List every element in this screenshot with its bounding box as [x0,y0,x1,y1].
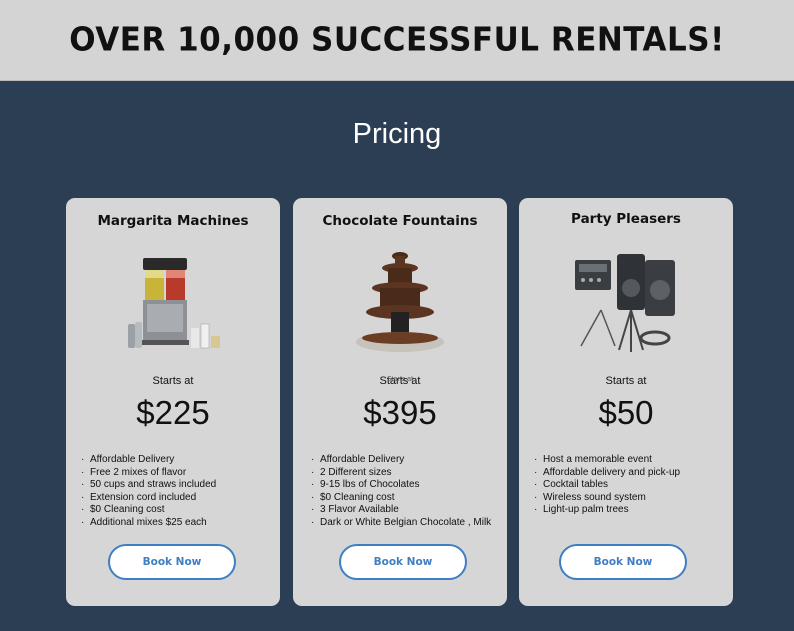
price-value: $395 [363,394,437,431]
feature-item: 50 cups and straws included [81,479,216,492]
feature-item: Affordable delivery and pick-up [534,467,680,480]
starts-at-label: Starts at [605,375,647,387]
feature-list: Affordable Delivery Free 2 mixes of flav… [81,454,216,530]
feature-item: $0 Cleaning cost [81,504,216,517]
sound-system-icon [519,250,733,360]
starts-at-label: Starts at [152,375,194,387]
card-title: Chocolate Fountains [322,213,478,229]
feature-item: Wireless sound system [534,492,680,505]
feature-item: Affordable Delivery [81,454,216,467]
card-title: Margarita Machines [97,213,249,229]
feature-list: Host a memorable event Affordable delive… [534,454,680,517]
book-now-button[interactable]: Book Now [559,544,687,580]
margarita-machine-icon [66,250,280,360]
feature-item: Affordable Delivery [311,454,491,467]
feature-item: $0 Cleaning cost [311,492,491,505]
top-banner: OVER 10,000 SUCCESSFUL RENTALS! [0,0,794,81]
pricing-card-party: Party Pleasers Starts at $50 Host a memo… [519,198,733,606]
starts-at-label: Starts at Starts at [293,375,507,387]
feature-item: 2 Different sizes [311,467,491,480]
feature-item: Host a memorable event [534,454,680,467]
price-value: $225 [136,394,210,431]
book-now-button[interactable]: Book Now [108,544,236,580]
card-title: Party Pleasers [571,211,681,227]
pricing-card-margarita: Margarita Machines Starts at $225 Afford… [66,198,280,606]
feature-item: Light-up palm trees [534,504,680,517]
feature-item: Extension cord included [81,492,216,505]
feature-item: Additional mixes $25 each [81,517,216,530]
feature-item: Cocktail tables [534,479,680,492]
pricing-title: Pricing [352,118,442,150]
feature-item: 9-15 lbs of Chocolates [311,479,491,492]
feature-item: 3 Flavor Available [311,504,491,517]
starts-at-overlay: Starts at [386,376,414,383]
feature-item: Free 2 mixes of flavor [81,467,216,480]
price-value: $50 [598,394,654,431]
chocolate-fountain-icon [293,250,507,360]
feature-list: Affordable Delivery 2 Different sizes 9-… [311,454,491,530]
feature-item: Dark or White Belgian Chocolate , Milk [311,517,491,530]
book-now-button[interactable]: Book Now [339,544,467,580]
banner-headline: OVER 10,000 SUCCESSFUL RENTALS! [69,21,725,59]
pricing-card-chocolate: Chocolate Fountains Starts at Starts at … [293,198,507,606]
